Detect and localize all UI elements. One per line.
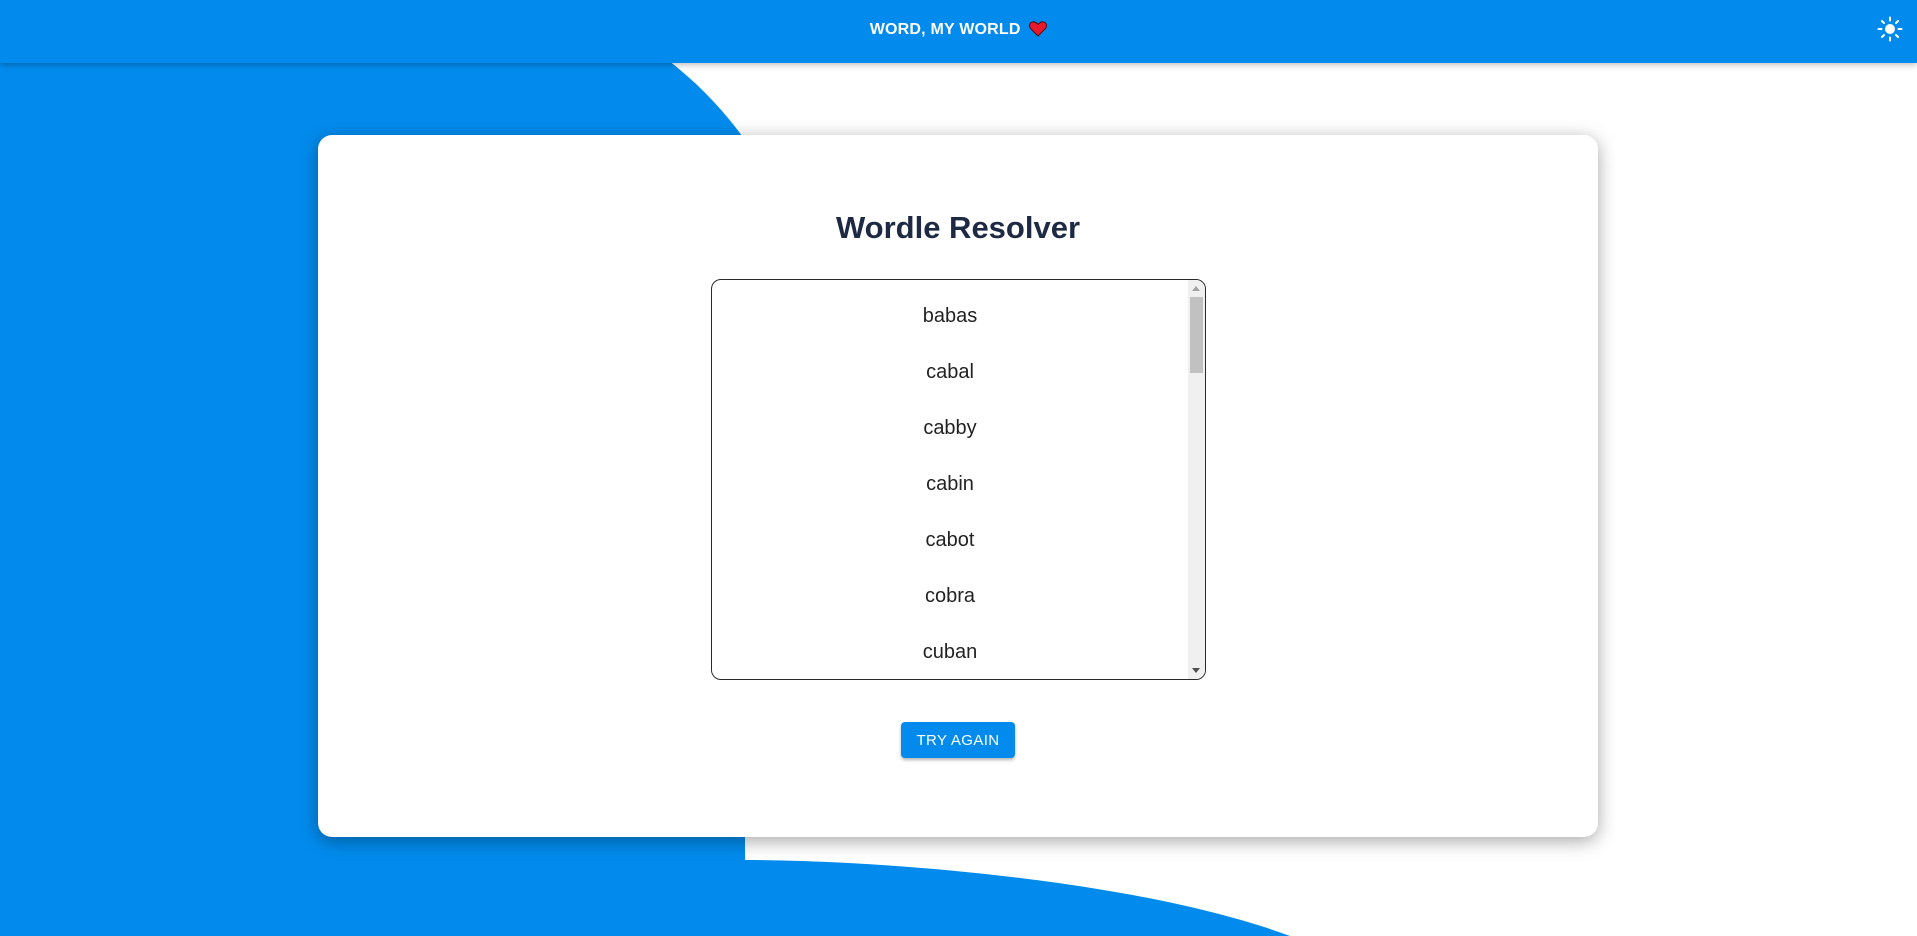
word-list-item[interactable]: cabin [712, 464, 1188, 504]
try-again-button[interactable]: TRY AGAIN [901, 722, 1015, 758]
word-list-item[interactable]: babas [712, 296, 1188, 336]
scrollbar-thumb[interactable] [1190, 297, 1203, 373]
resolver-card: Wordle Resolver babas cabal cabby cabin … [318, 135, 1598, 837]
word-list-item[interactable]: cobra [712, 576, 1188, 616]
page-title: Wordle Resolver [835, 210, 1081, 245]
word-list-item[interactable]: cabal [712, 352, 1188, 392]
app-header: WORD, MY WORLD [0, 0, 1917, 63]
sun-icon [1877, 16, 1903, 42]
word-list-scrollbar[interactable] [1188, 280, 1205, 679]
theme-toggle-button[interactable] [1877, 16, 1903, 42]
app-title-text: WORD, MY WORLD [869, 21, 1021, 38]
word-list-box[interactable]: babas cabal cabby cabin cabot cobra cuba… [711, 279, 1206, 680]
scroll-down-arrow-icon[interactable] [1192, 668, 1200, 673]
heart-icon [1029, 21, 1048, 42]
word-list-item[interactable]: cabby [712, 408, 1188, 448]
scroll-up-arrow-icon[interactable] [1192, 286, 1200, 291]
app-title: WORD, MY WORLD [0, 21, 1917, 42]
word-list-item[interactable]: cabot [712, 520, 1188, 560]
word-list-item[interactable]: cuban [712, 632, 1188, 672]
